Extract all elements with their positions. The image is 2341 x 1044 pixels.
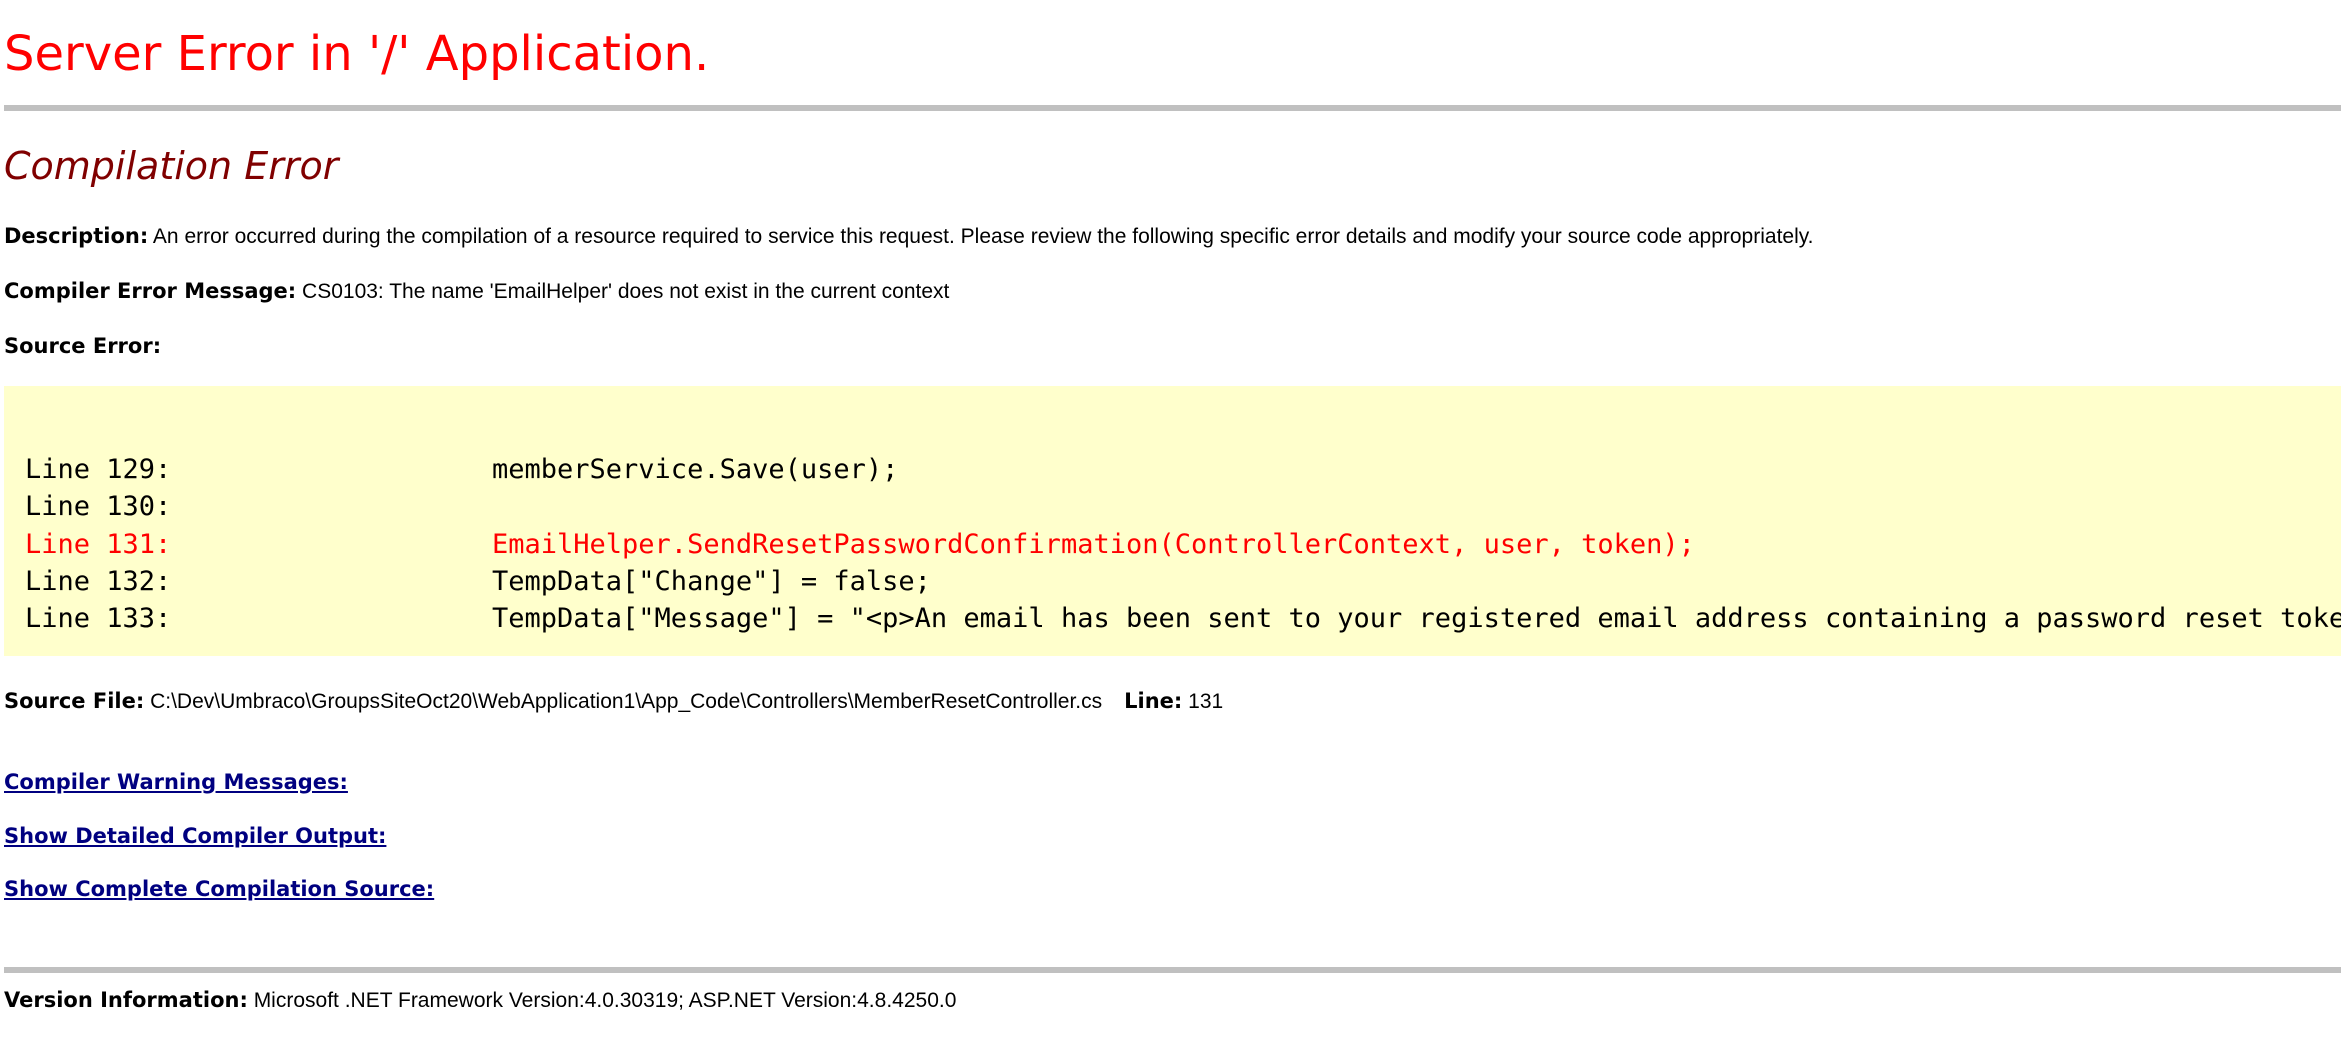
compiler-warning-messages-link[interactable]: Compiler Warning Messages:: [4, 767, 348, 797]
error-page: Server Error in '/' Application. Compila…: [0, 0, 2341, 1044]
code-line: Line 129: memberService.Save(user);: [25, 451, 898, 488]
error-title: Compilation Error: [4, 144, 339, 188]
code-line: Line 130:: [25, 488, 492, 525]
source-file-path: C:\Dev\Umbraco\GroupsSiteOct20\WebApplic…: [150, 690, 1103, 713]
show-complete-compilation-source-link[interactable]: Show Complete Compilation Source:: [4, 874, 434, 904]
source-line-label: Line:: [1124, 689, 1183, 713]
description-text: An error occurred during the compilation…: [152, 225, 1814, 248]
compiler-error-message: Compiler Error Message: CS0103: The name…: [4, 276, 949, 307]
compiler-error-label: Compiler Error Message:: [4, 279, 297, 303]
code-line: Line 132: TempData["Change"] = false;: [25, 563, 931, 600]
source-error-label: Source Error:: [4, 334, 162, 358]
line-number: Line 132:: [25, 566, 172, 597]
line-code: EmailHelper.SendResetPasswordConfirmatio…: [492, 529, 1695, 560]
code-line: Line 133: TempData["Message"] = "<p>An em…: [25, 600, 2341, 637]
line-number: Line 130:: [25, 491, 172, 522]
version-label: Version Information:: [4, 988, 248, 1012]
source-file-label: Source File:: [4, 689, 145, 713]
line-code: memberService.Save(user);: [492, 454, 899, 485]
version-text: Microsoft .NET Framework Version:4.0.303…: [253, 989, 957, 1012]
page-title: Server Error in '/' Application.: [4, 26, 710, 82]
version-information: Version Information: Microsoft .NET Fram…: [4, 985, 956, 1016]
description: Description: An error occurred during th…: [4, 221, 1814, 252]
line-number: Line 131:: [25, 529, 172, 560]
source-code-block: Line 129: memberService.Save(user); Line …: [4, 386, 2341, 656]
code-line-error: Line 131: EmailHelper.SendResetPasswordCo…: [25, 526, 1695, 563]
compiler-error-text: CS0103: The name 'EmailHelper' does not …: [302, 280, 950, 303]
line-code: TempData["Change"] = false;: [492, 566, 931, 597]
source-line-value: 131: [1188, 690, 1224, 713]
bottom-divider: [4, 967, 2341, 973]
line-code: TempData["Message"] = "<p>An email has b…: [492, 603, 2341, 634]
line-number: Line 129:: [25, 454, 172, 485]
description-label: Description:: [4, 224, 149, 248]
show-detailed-compiler-output-link[interactable]: Show Detailed Compiler Output:: [4, 821, 386, 851]
line-number: Line 133:: [25, 603, 172, 634]
source-error-heading: Source Error:: [4, 331, 161, 362]
top-divider: [4, 105, 2341, 111]
source-file: Source File: C:\Dev\Umbraco\GroupsSiteOc…: [4, 686, 1223, 717]
